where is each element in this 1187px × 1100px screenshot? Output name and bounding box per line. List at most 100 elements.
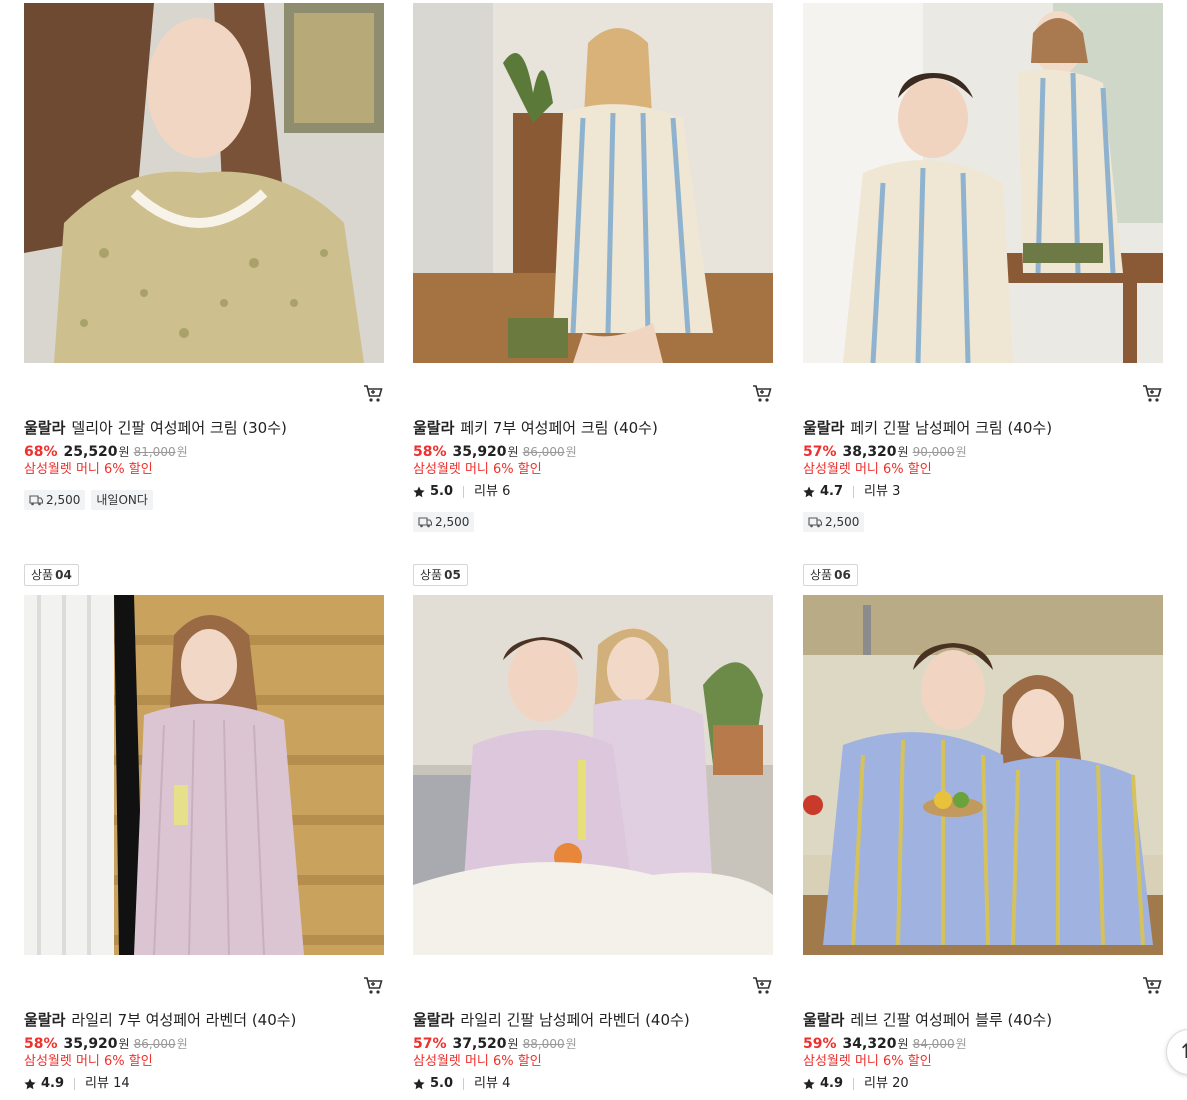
sale-price: 35,920: [63, 1036, 118, 1052]
cart-icon[interactable]: [1141, 383, 1163, 405]
price-row: 57% 37,520원 88,000원: [413, 1034, 577, 1054]
original-price: 81,000: [133, 445, 176, 459]
product-name: 페키 7부 여성페어 크림 (40수): [460, 419, 658, 437]
star-icon: [803, 1078, 815, 1090]
product-image[interactable]: [803, 3, 1163, 363]
star-icon: [24, 1078, 36, 1090]
original-price-unit: 원: [955, 445, 967, 459]
tag-list: 2,500: [803, 512, 870, 532]
original-price-unit: 원: [176, 1037, 188, 1051]
product-title[interactable]: 울랄라 라일리 7부 여성페어 라벤더 (40수): [24, 1009, 296, 1031]
review-count[interactable]: 리뷰 14: [85, 1075, 130, 1093]
discount-rate: 68%: [24, 444, 58, 460]
rating-row: 5.0 리뷰 4: [413, 1075, 510, 1093]
rating-row: 5.0 리뷰 6: [413, 483, 510, 501]
rank-badge: 상품 04: [24, 564, 79, 586]
rating-score: 5.0: [430, 484, 454, 499]
cart-icon[interactable]: [362, 975, 384, 997]
price-unit: 원: [507, 445, 519, 459]
product-title[interactable]: 울랄라 레브 긴팔 여성페어 블루 (40수): [803, 1009, 1052, 1031]
sale-price: 37,520: [452, 1036, 507, 1052]
cart-icon[interactable]: [751, 383, 773, 405]
promo-text: 삼성월렛 머니 6% 할인: [413, 462, 542, 477]
product-title[interactable]: 울랄라 델리아 긴팔 여성페어 크림 (30수): [24, 417, 287, 439]
original-price: 86,000: [522, 445, 565, 459]
rating-row: 4.9 리뷰 14: [24, 1075, 130, 1093]
product-name: 라일리 7부 여성페어 라벤더 (40수): [71, 1011, 297, 1029]
rank-badge: 상품 06: [803, 564, 858, 586]
shipping-fee: 2,500: [46, 493, 81, 507]
original-price-unit: 원: [176, 445, 188, 459]
star-icon: [413, 1078, 425, 1090]
discount-rate: 59%: [803, 1036, 837, 1052]
sale-price: 34,320: [842, 1036, 897, 1052]
original-price: 84,000: [912, 1037, 955, 1051]
review-count[interactable]: 리뷰 3: [864, 483, 900, 501]
divider: [463, 486, 465, 498]
review-count[interactable]: 리뷰 4: [474, 1075, 510, 1093]
promo-text: 삼성월렛 머니 6% 할인: [24, 1054, 153, 1069]
product-name: 라일리 긴팔 남성페어 라벤더 (40수): [460, 1011, 690, 1029]
sale-price: 38,320: [842, 444, 897, 460]
price-unit: 원: [118, 445, 130, 459]
shipping-fee: 2,500: [435, 515, 470, 529]
product-title[interactable]: 울랄라 라일리 긴팔 남성페어 라벤더 (40수): [413, 1009, 690, 1031]
price-row: 58% 35,920원 86,000원: [413, 442, 577, 462]
discount-rate: 57%: [413, 1036, 447, 1052]
brand-name: 울랄라: [24, 419, 66, 437]
price-row: 59% 34,320원 84,000원: [803, 1034, 967, 1054]
rank-badge: 상품 05: [413, 564, 468, 586]
review-count[interactable]: 리뷰 6: [474, 483, 510, 501]
truck-icon: [418, 516, 432, 527]
product-name: 페키 긴팔 남성페어 크림 (40수): [850, 419, 1053, 437]
divider: [74, 1078, 76, 1090]
divider: [853, 1078, 855, 1090]
brand-name: 울랄라: [803, 419, 845, 437]
review-count[interactable]: 리뷰 20: [864, 1075, 909, 1093]
product-title[interactable]: 울랄라 페키 7부 여성페어 크림 (40수): [413, 417, 658, 439]
star-icon: [803, 486, 815, 498]
tag-list: 2,500: [413, 512, 480, 532]
rating-row: 4.7 리뷰 3: [803, 483, 900, 501]
rank-label: 상품: [31, 568, 54, 582]
scroll-to-top-button[interactable]: ↑: [1166, 1029, 1187, 1075]
rating-score: 4.9: [41, 1076, 65, 1091]
cart-icon[interactable]: [751, 975, 773, 997]
shipping-tag: 2,500: [24, 490, 86, 510]
product-title[interactable]: 울랄라 페키 긴팔 남성페어 크림 (40수): [803, 417, 1052, 439]
price-row: 57% 38,320원 90,000원: [803, 442, 967, 462]
rank-label: 상품: [810, 568, 833, 582]
price-unit: 원: [507, 1037, 519, 1051]
rating-score: 4.7: [820, 484, 844, 499]
truck-icon: [808, 516, 822, 527]
divider: [463, 1078, 465, 1090]
cart-icon[interactable]: [1141, 975, 1163, 997]
rank-number: 05: [444, 568, 461, 582]
rating-row: 4.9 리뷰 20: [803, 1075, 909, 1093]
discount-rate: 58%: [413, 444, 447, 460]
product-image[interactable]: [413, 595, 773, 955]
delivery-label: 내일ON다: [96, 493, 148, 507]
rating-score: 5.0: [430, 1076, 454, 1091]
original-price: 88,000: [522, 1037, 565, 1051]
cart-icon[interactable]: [362, 383, 384, 405]
price-row: 68% 25,520원 81,000원: [24, 442, 188, 462]
shipping-tag: 2,500: [803, 512, 865, 532]
original-price-unit: 원: [565, 1037, 577, 1051]
product-image[interactable]: [413, 3, 773, 363]
sale-price: 25,520: [63, 444, 118, 460]
discount-rate: 57%: [803, 444, 837, 460]
product-image[interactable]: [24, 3, 384, 363]
product-image[interactable]: [803, 595, 1163, 955]
promo-text: 삼성월렛 머니 6% 할인: [24, 462, 153, 477]
price-unit: 원: [897, 445, 909, 459]
product-name: 레브 긴팔 여성페어 블루 (40수): [850, 1011, 1053, 1029]
star-icon: [413, 486, 425, 498]
product-image[interactable]: [24, 595, 384, 955]
brand-name: 울랄라: [803, 1011, 845, 1029]
divider: [853, 486, 855, 498]
arrow-up-icon: ↑: [1178, 1039, 1187, 1063]
price-row: 58% 35,920원 86,000원: [24, 1034, 188, 1054]
rank-label: 상품: [420, 568, 443, 582]
promo-text: 삼성월렛 머니 6% 할인: [413, 1054, 542, 1069]
